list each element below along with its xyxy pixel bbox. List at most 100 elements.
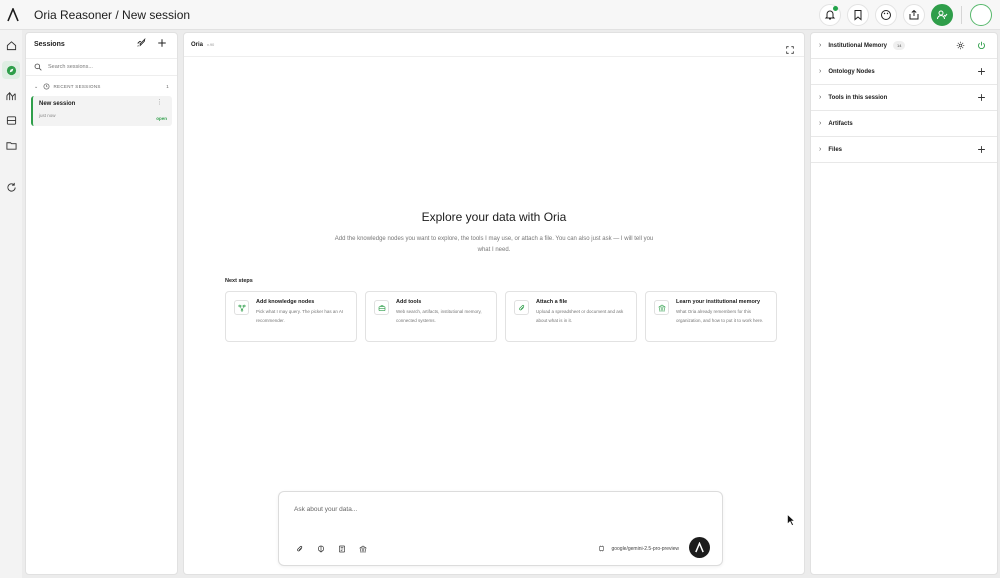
left-rail (0, 30, 22, 578)
artifact-icon[interactable] (338, 545, 346, 553)
composer: google/gemini-2.5-pro-preview (278, 491, 723, 566)
chevron-right-icon: › (819, 146, 822, 153)
gear-icon[interactable] (956, 41, 965, 50)
add-session-icon[interactable] (157, 38, 167, 48)
recent-sessions-toggle[interactable]: ⌄ RECENT SESSIONS 1 (26, 76, 177, 90)
page-title: Oria Reasoner / New session (34, 7, 191, 22)
session-item[interactable]: New session just now ⋮ open (31, 96, 172, 126)
power-icon[interactable] (977, 41, 986, 50)
session-status-badge: open (156, 116, 167, 121)
add-icon[interactable] (977, 67, 986, 76)
section-title: Files (828, 146, 843, 153)
top-bar: Oria Reasoner / New session (0, 0, 1000, 30)
notifications-button[interactable] (819, 4, 841, 26)
top-divider (961, 6, 962, 24)
chevron-right-icon: › (819, 42, 822, 49)
agent-version: v.90 (207, 42, 215, 47)
chevron-right-icon: › (819, 68, 822, 75)
artifacts-section[interactable]: › Artifacts (811, 111, 997, 137)
rail-data[interactable] (2, 111, 20, 129)
recent-sessions-count: 1 (166, 84, 169, 89)
card-title: Learn your institutional memory (676, 299, 761, 305)
search-icon (34, 63, 42, 71)
compass-icon (6, 65, 16, 75)
next-steps-cards: Add knowledge nodes Pick what I may quer… (225, 291, 777, 342)
brain-icon[interactable] (317, 545, 325, 553)
message-input[interactable] (294, 506, 694, 520)
institutional-memory-card[interactable]: Learn your institutional memory What Ori… (645, 291, 777, 342)
database-icon (6, 115, 16, 125)
session-search (26, 58, 177, 76)
theme-button[interactable] (875, 4, 897, 26)
next-steps-label: Next steps (225, 278, 253, 284)
section-title: Ontology Nodes (828, 68, 875, 75)
chat-header: Oria v.90 (184, 33, 804, 57)
bookmark-icon (854, 10, 862, 21)
rail-files[interactable] (2, 136, 20, 154)
section-title: Institutional Memory (828, 42, 888, 49)
ontology-nodes-section[interactable]: › Ontology Nodes (811, 59, 997, 85)
chip-icon (599, 545, 605, 552)
agent-name: Oria (191, 41, 204, 48)
sessions-header: Sessions (26, 33, 177, 55)
chat-panel: Oria v.90 Explore your data with Oria Ad… (183, 32, 805, 575)
rail-home[interactable] (2, 36, 20, 54)
oria-logo-icon[interactable] (2, 0, 24, 30)
rail-analytics[interactable] (2, 86, 20, 104)
model-name: google/gemini-2.5-pro-preview (611, 545, 679, 552)
model-selector[interactable]: google/gemini-2.5-pro-preview (598, 545, 679, 552)
institutional-memory-section[interactable]: › Institutional Memory 14 (811, 33, 997, 59)
memory-count-badge: 14 (893, 41, 906, 50)
toolbox-icon (378, 304, 385, 311)
institution-icon[interactable] (359, 545, 367, 553)
palette-icon (881, 10, 891, 20)
chart-icon (5, 91, 16, 100)
user-menu-button[interactable] (931, 4, 953, 26)
card-title: Add knowledge nodes (256, 299, 315, 305)
fullscreen-button[interactable] (786, 41, 794, 59)
card-description: Pick what I may query. The picker has an… (256, 309, 344, 323)
more-options-icon[interactable]: ⋮ (156, 99, 163, 106)
card-description: Web search, artifacts, institutional mem… (396, 309, 482, 323)
paperclip-icon (518, 304, 524, 310)
attach-file-card[interactable]: Attach a file Upload a spreadsheet or do… (505, 291, 637, 342)
card-title: Attach a file (536, 299, 568, 305)
history-icon (43, 83, 49, 90)
avatar[interactable] (970, 4, 992, 26)
card-description: Upload a spreadsheet or document and ask… (536, 309, 624, 323)
add-icon[interactable] (977, 93, 986, 102)
add-knowledge-nodes-card[interactable]: Add knowledge nodes Pick what I may quer… (225, 291, 357, 342)
empty-state-title: Explore your data with Oria (421, 210, 567, 224)
empty-state-subtitle: Add the knowledge nodes you want to expl… (334, 236, 654, 253)
top-actions (819, 4, 992, 26)
rail-reasoner[interactable] (2, 61, 20, 79)
session-name: New session (39, 101, 76, 107)
recent-sessions-label: RECENT SESSIONS (53, 84, 101, 89)
user-icon (937, 10, 948, 20)
refresh-icon (6, 182, 16, 192)
nodes-icon (237, 304, 246, 312)
mouse-cursor-icon (787, 514, 795, 526)
files-section[interactable]: › Files (811, 137, 997, 163)
chevron-down-icon: ⌄ (34, 83, 39, 90)
context-panel: › Institutional Memory 14 › Ontology Nod… (810, 32, 998, 575)
add-icon[interactable] (977, 145, 986, 154)
composer-tools (296, 545, 367, 553)
home-icon (6, 40, 16, 50)
attach-icon[interactable] (296, 545, 304, 553)
folder-icon (5, 141, 17, 150)
send-button[interactable] (689, 537, 710, 558)
add-tools-card[interactable]: Add tools Web search, artifacts, institu… (365, 291, 497, 342)
oria-send-icon (695, 542, 704, 553)
session-time: just now (39, 113, 56, 118)
rail-refresh[interactable] (2, 178, 20, 196)
bookmarks-button[interactable] (847, 4, 869, 26)
search-input[interactable] (48, 64, 158, 70)
empty-state: Explore your data with Oria Add the know… (184, 210, 804, 256)
rocket-icon[interactable] (136, 38, 146, 48)
tools-section[interactable]: › Tools in this session (811, 85, 997, 111)
share-icon (909, 9, 919, 20)
sessions-title: Sessions (34, 40, 65, 48)
section-title: Tools in this session (828, 94, 888, 101)
share-button[interactable] (903, 4, 925, 26)
